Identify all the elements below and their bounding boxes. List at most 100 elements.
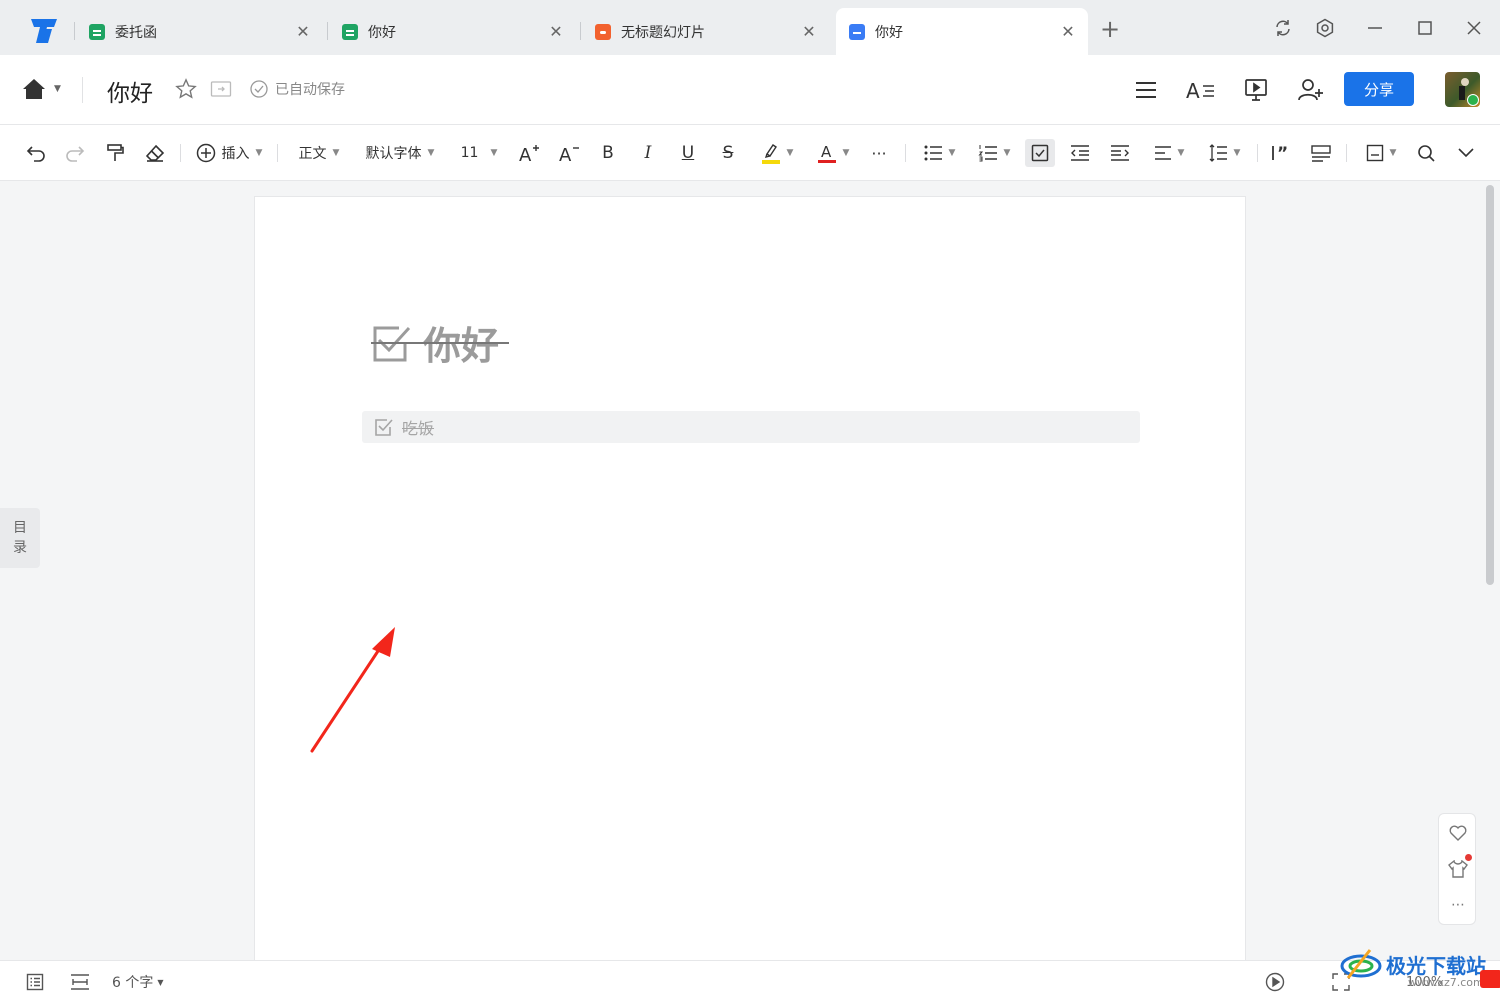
chevron-down-icon: ▼ [786,148,794,158]
tab-nihao-doc[interactable]: 你好 ✕ [836,8,1088,55]
home-button[interactable]: ▼ [22,78,61,100]
favorite-star-icon[interactable] [175,78,197,104]
chevron-down-icon: ▼ [157,977,164,987]
font-size-label: 11 [460,145,479,161]
document-header: ▼ 你好 已自动保存 A 分享 [0,55,1500,125]
callout-block-icon[interactable] [1309,139,1333,167]
tab-title: 委托函 [115,24,157,41]
todo-item-row[interactable]: 吃饭 [362,411,1140,443]
document-page[interactable]: 你好 吃饭 [254,196,1246,966]
toc-label: 录 [13,540,27,556]
svg-text:”: ” [1277,144,1288,162]
presentation-icon[interactable] [1240,75,1272,105]
tab-nihao-sheet[interactable]: 你好 ✕ [333,8,576,55]
like-heart-icon[interactable] [1439,818,1477,848]
todo-item-text[interactable]: 吃饭 [402,415,434,439]
decrease-indent-icon[interactable] [1068,139,1092,167]
highlight-color-dropdown[interactable]: ▼ [756,139,798,167]
more-horizontal-icon[interactable]: ⋯ [1439,890,1477,920]
strikethrough-button[interactable]: S [716,139,740,167]
new-tab-plus-icon[interactable]: + [1098,15,1122,43]
tab-weituohan[interactable]: 委托函 ✕ [80,8,323,55]
toolbar-divider [905,144,906,162]
format-toolbar: 插入 ▼ 正文 ▼ 默认字体 ▼ 11 ▼ A A B I U S ▼ A ▼ … [0,125,1500,181]
close-icon[interactable]: ✕ [291,22,315,41]
chevron-down-icon: ▼ [54,84,61,94]
plus-circle-icon [196,143,215,163]
search-icon[interactable] [1414,139,1438,167]
close-icon[interactable]: ✕ [544,22,568,41]
font-color-icon: A [817,143,836,163]
line-spacing-dropdown[interactable]: ▼ [1203,139,1245,167]
chevron-down-icon: ▼ [1003,148,1011,158]
menu-icon[interactable] [1130,75,1162,105]
autosave-label: 已自动保存 [275,82,345,98]
sync-icon[interactable] [1271,16,1295,40]
annotation-arrow-icon [310,627,395,753]
user-avatar[interactable] [1445,72,1480,107]
undo-icon[interactable] [24,139,48,167]
check-circle-icon [250,80,268,98]
decrease-font-size-icon[interactable]: A [557,139,581,167]
add-collaborator-icon[interactable] [1295,75,1327,105]
paragraph-style-label: 正文 [298,146,327,162]
text-style-icon[interactable]: A [1185,75,1217,105]
floating-action-panel: ⋯ [1438,813,1476,925]
insert-dropdown[interactable]: 插入 ▼ [192,139,266,167]
more-options-button[interactable]: ··· [866,139,892,167]
wechat-badge-icon [1467,94,1479,106]
settings-gear-icon[interactable] [1313,16,1337,40]
underline-button[interactable]: U [676,139,700,167]
window-close-icon[interactable] [1462,16,1486,40]
font-family-label: 默认字体 [365,146,422,162]
font-color-dropdown[interactable]: A ▼ [812,139,854,167]
share-button[interactable]: 分享 [1344,72,1414,106]
chevron-down-icon: ▼ [948,148,956,158]
increase-indent-icon[interactable] [1108,139,1132,167]
chevron-down-icon: ▼ [490,148,498,158]
page-layout-dropdown[interactable]: ▼ [1360,139,1402,167]
checked-checkbox-icon[interactable] [374,417,394,437]
vertical-scrollbar[interactable] [1486,185,1494,585]
align-left-icon [1154,146,1171,160]
font-size-dropdown[interactable]: 11 ▼ [455,139,503,167]
play-presentation-icon[interactable] [1265,971,1285,993]
document-title[interactable]: 你好 [107,74,153,108]
page-width-icon[interactable] [70,971,90,993]
tab-untitled-slides[interactable]: 无标题幻灯片 ✕ [586,8,829,55]
svg-text:A: A [519,145,532,163]
chevron-down-icon: ▼ [332,148,340,158]
strikethrough-line [371,342,510,344]
maximize-icon[interactable] [1413,16,1437,40]
clear-format-eraser-icon[interactable] [143,139,167,167]
checkbox-icon [1031,144,1049,162]
todo-checkbox-button[interactable] [1025,139,1055,167]
align-dropdown[interactable]: ▼ [1148,139,1190,167]
minimize-icon[interactable] [1363,16,1387,40]
paragraph-style-dropdown[interactable]: 正文 ▼ [290,139,348,167]
bullet-list-dropdown[interactable]: ▼ [918,139,960,167]
slides-icon [595,23,611,40]
quote-icon[interactable]: ” [1269,139,1293,167]
numbered-list-dropdown[interactable]: ▼ [973,139,1015,167]
outline-view-icon[interactable] [26,971,44,993]
italic-button[interactable]: I [636,139,660,167]
chevron-down-icon: ▼ [427,148,435,158]
word-count-dropdown[interactable]: 6 个字 ▼ [112,971,164,993]
completed-todo-heading[interactable]: 你好 [371,315,510,370]
close-icon[interactable]: ✕ [797,22,821,41]
font-family-dropdown[interactable]: 默认字体 ▼ [359,139,441,167]
app-logo-icon[interactable] [28,17,60,45]
site-watermark: 极光下载站 www.xz7.com [1340,944,1500,989]
redo-icon[interactable] [63,139,87,167]
bold-button[interactable]: B [596,139,620,167]
toc-label: 目 [13,520,27,536]
toolbar-divider [1346,144,1347,162]
increase-font-size-icon[interactable]: A [517,139,541,167]
chevron-down-icon: ▼ [255,148,263,158]
close-icon[interactable]: ✕ [1056,22,1080,41]
table-of-contents-tab[interactable]: 目 录 [0,508,40,568]
move-to-folder-icon[interactable] [210,79,232,103]
collapse-toolbar-chevron-icon[interactable] [1454,139,1478,167]
format-painter-icon[interactable] [103,139,127,167]
